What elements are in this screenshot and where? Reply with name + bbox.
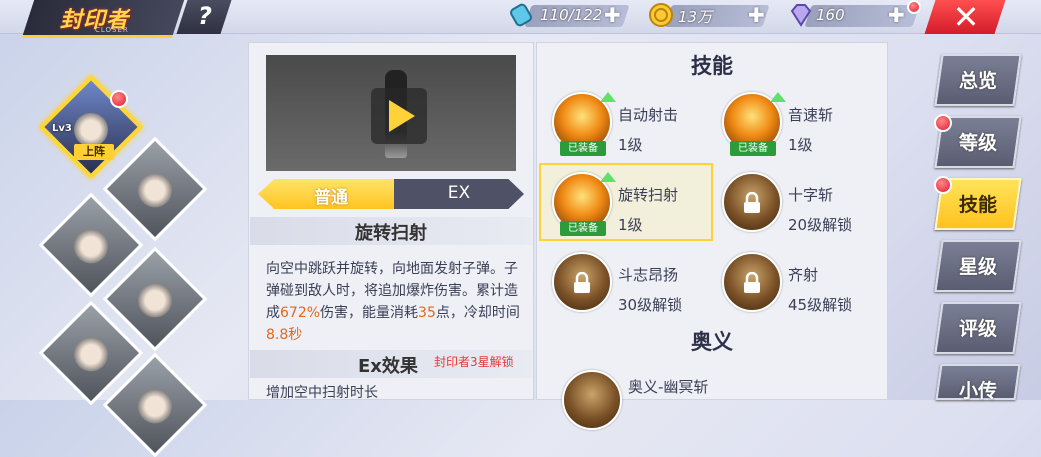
cooldown-value: 8.8秒: [266, 327, 303, 343]
character-level: Lv3: [52, 123, 72, 134]
nav-skills-label[interactable]: 技能: [938, 190, 1018, 217]
stamina-add-button[interactable]: ✚: [604, 3, 621, 27]
desc-text-2: 伤害，能量消耗: [320, 305, 419, 321]
skill-name: 旋转扫射: [355, 223, 427, 244]
gold-value: 13万: [678, 8, 713, 26]
page-subtitle: CLOSER: [95, 26, 129, 34]
avatar: [66, 330, 116, 379]
avatar: [130, 382, 180, 431]
diamond-add-button[interactable]: ✚: [888, 3, 905, 27]
skill-unlock-fighting-spirit: 30级解锁: [618, 296, 683, 314]
damage-value: 672%: [280, 305, 321, 321]
upgrade-arrow-icon: [770, 92, 786, 102]
upgrade-arrow-icon: [600, 92, 616, 102]
skill-level-sonic-slash: 1级: [788, 136, 813, 154]
help-icon[interactable]: ?: [190, 2, 220, 30]
skill-name-volley: 齐射: [788, 266, 819, 284]
skill-unlock-volley: 45级解锁: [788, 296, 853, 314]
diamond-icon: [790, 4, 812, 27]
nav-rating-label[interactable]: 评级: [938, 314, 1018, 341]
skills-alert-dot: [934, 176, 952, 194]
skill-unlock-cross-slash: 20级解锁: [788, 216, 853, 234]
energy-value: 35: [418, 305, 436, 321]
skill-name-spin-shot: 旋转扫射: [618, 186, 679, 204]
upgrade-arrow-icon: [600, 172, 616, 182]
skill-description: 向空中跳跃并旋转，向地面发射子弹。子弹碰到敌人时，将追加爆炸伤害。累计造成672…: [266, 258, 522, 346]
equipped-badge: 已装备: [560, 141, 606, 156]
gold-add-button[interactable]: ✚: [748, 3, 765, 27]
diamond-value: 160: [816, 6, 845, 24]
ex-lock-note: 封印者3星解锁: [434, 355, 514, 369]
avatar: [66, 222, 116, 271]
level-alert-dot: [934, 114, 952, 132]
skill-name-cross-slash: 十字斩: [788, 186, 834, 204]
close-icon[interactable]: ✕: [946, 0, 986, 36]
gold-coin-icon: [649, 3, 673, 27]
avatar: [130, 166, 180, 215]
ultimate-name: 奥义-幽冥斩: [628, 378, 709, 396]
ultimate-orb[interactable]: [562, 370, 622, 430]
skill-name-auto-shot: 自动射击: [618, 106, 679, 124]
lock-icon: [574, 272, 590, 293]
equipped-badge: 已装备: [560, 221, 606, 236]
stamina-value: 110/122: [540, 6, 603, 24]
skill-level-spin-shot: 1级: [618, 216, 643, 234]
skill-level-auto-shot: 1级: [618, 136, 643, 154]
ultimate-title: 奥义: [691, 330, 733, 354]
equipped-badge: 已装备: [730, 141, 776, 156]
nav-stars-label[interactable]: 星级: [938, 252, 1018, 279]
nav-overview-label[interactable]: 总览: [938, 66, 1018, 93]
nav-biography-label[interactable]: 小传: [938, 376, 1018, 403]
lock-icon: [744, 192, 760, 213]
ex-description: 增加空中扫射时长: [266, 385, 378, 401]
character-alert-dot: [110, 90, 128, 108]
skills-title: 技能: [691, 54, 733, 78]
desc-text-3: 点，冷却时间: [435, 305, 520, 321]
tab-normal-label[interactable]: 普通: [276, 183, 386, 208]
tab-ex-label[interactable]: EX: [404, 183, 514, 203]
play-icon[interactable]: [389, 100, 415, 132]
stamina-icon: [510, 3, 532, 27]
ex-title: Ex效果: [358, 356, 418, 377]
skill-name-sonic-slash: 音速斩: [788, 106, 834, 124]
deploy-badge: 上阵: [74, 144, 114, 160]
nav-level-label[interactable]: 等级: [938, 128, 1018, 155]
lock-icon: [744, 272, 760, 293]
diamond-alert-dot: [907, 0, 921, 14]
skill-name-fighting-spirit: 斗志昂扬: [618, 266, 679, 284]
avatar: [130, 276, 180, 325]
